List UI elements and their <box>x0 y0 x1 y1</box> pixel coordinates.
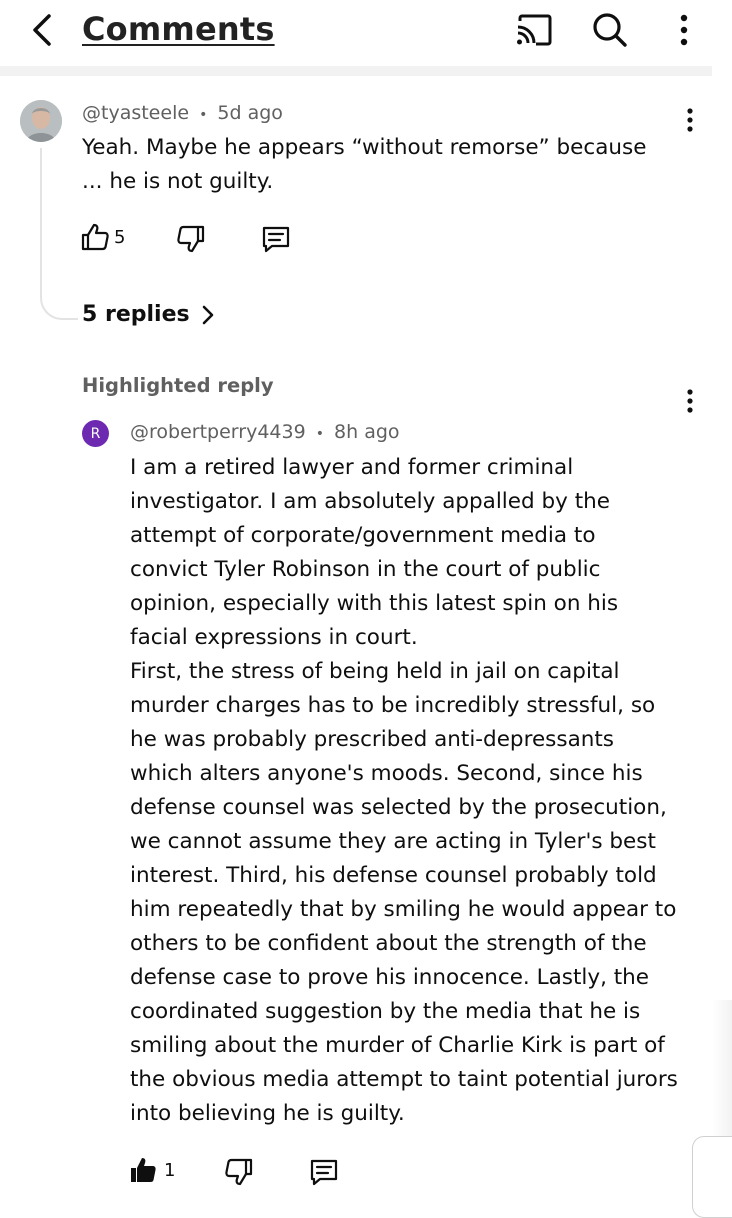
chevron-right-icon <box>202 305 213 324</box>
reply-text-line: investigator. I am absolutely appalled b… <box>130 489 610 514</box>
reply-text-line: into believing he is guilty. <box>130 1101 405 1126</box>
avatar[interactable] <box>20 100 62 142</box>
reply-text-line: coordinated suggestion by the media that… <box>130 999 641 1024</box>
like-count: 5 <box>114 226 126 248</box>
reply-text-line: him repeatedly that by smiling he would … <box>130 897 677 922</box>
thumbs-down-icon <box>177 225 205 253</box>
meta-separator: • <box>199 107 208 123</box>
reply-text-line: which alters anyone's moods. Second, sin… <box>130 761 643 786</box>
back-arrow-icon <box>33 14 51 46</box>
reply-text-line: defense case to prove his innocence. Las… <box>130 965 650 990</box>
reply-text-line: interest. Third, his defense counsel pro… <box>130 863 657 888</box>
reply-like-count: 1 <box>164 1159 176 1181</box>
view-replies-button[interactable]: 5 replies <box>82 302 218 327</box>
meta-separator: • <box>315 426 324 442</box>
reply-text-line: he was probably prescribed anti-depressa… <box>130 727 615 752</box>
reply-text-line: facial expressions in court. <box>130 625 418 650</box>
reply-text-line: First, the stress of being held in jail … <box>130 659 620 684</box>
comment-more-button[interactable] <box>678 102 702 138</box>
reply-dislike-button[interactable] <box>224 1157 254 1187</box>
comment-text-line: Yeah. Maybe he appears “without remorse”… <box>82 135 647 160</box>
search-button[interactable] <box>588 8 632 52</box>
reply-text-line: attempt of corporate/government media to <box>130 523 596 548</box>
avatar-photo <box>20 100 62 142</box>
avatar-letter: R <box>90 425 101 442</box>
like-button[interactable]: 5 <box>80 222 125 252</box>
reply-comment-icon <box>262 226 290 253</box>
reply-text-line: the obvious media attempt to taint poten… <box>130 1067 678 1092</box>
comment-time: 5d ago <box>217 102 283 124</box>
reply-like-button[interactable]: 1 <box>128 1155 175 1185</box>
reply-button[interactable] <box>260 224 292 254</box>
reply-text-line: others to be confident about the strengt… <box>130 931 647 956</box>
reply-text-line: I am a retired lawyer and former crimina… <box>130 455 574 480</box>
more-vert-icon <box>680 14 688 46</box>
reply-text-line: defense counsel was selected by the pros… <box>130 795 667 820</box>
page-title: Comments <box>82 10 275 48</box>
comment-text: Yeah. Maybe he appears “without remorse”… <box>82 131 646 199</box>
cast-icon <box>517 14 552 46</box>
comment-meta: @tyasteele • 5d ago <box>82 102 283 124</box>
search-icon <box>593 13 627 47</box>
cast-button[interactable] <box>512 8 556 52</box>
more-options-button[interactable] <box>662 8 706 52</box>
reply-meta: @robertperry4439 • 8h ago <box>130 421 400 443</box>
thread-line <box>40 148 78 320</box>
header-divider <box>0 66 712 76</box>
more-vert-icon <box>687 108 693 132</box>
reply-avatar[interactable]: R <box>82 420 109 447</box>
comment-author[interactable]: @tyasteele <box>82 102 189 124</box>
reply-text-line: murder charges has to be incredibly stre… <box>130 693 656 718</box>
reply-text-line: smiling about the murder of Charlie Kirk… <box>130 1033 665 1058</box>
thumbs-up-icon <box>81 223 109 251</box>
reply-time: 8h ago <box>334 421 400 443</box>
reply-text-line: convict Tyler Robinson in the court of p… <box>130 557 601 582</box>
reply-more-button[interactable] <box>678 383 702 419</box>
reply-text-line: opinion, especially with this latest spi… <box>130 591 619 616</box>
replies-label: 5 replies <box>82 302 190 327</box>
thumbs-up-filled-icon <box>131 1158 156 1182</box>
dislike-button[interactable] <box>176 224 206 254</box>
app-header: Comments <box>0 0 732 64</box>
floating-panel-edge[interactable] <box>692 1136 732 1218</box>
more-vert-icon <box>687 389 693 413</box>
reply-reply-button[interactable] <box>308 1157 340 1187</box>
comment-text-line: ... he is not guilty. <box>82 169 274 194</box>
reply-text-line: we cannot assume they are acting in Tyle… <box>130 829 656 854</box>
thumbs-down-icon <box>225 1158 253 1186</box>
reply-author[interactable]: @robertperry4439 <box>130 421 306 443</box>
back-button[interactable] <box>22 8 62 52</box>
reply-text: I am a retired lawyer and former crimina… <box>130 451 678 1131</box>
reply-comment-icon <box>310 1159 338 1186</box>
highlighted-reply-label: Highlighted reply <box>82 374 274 397</box>
